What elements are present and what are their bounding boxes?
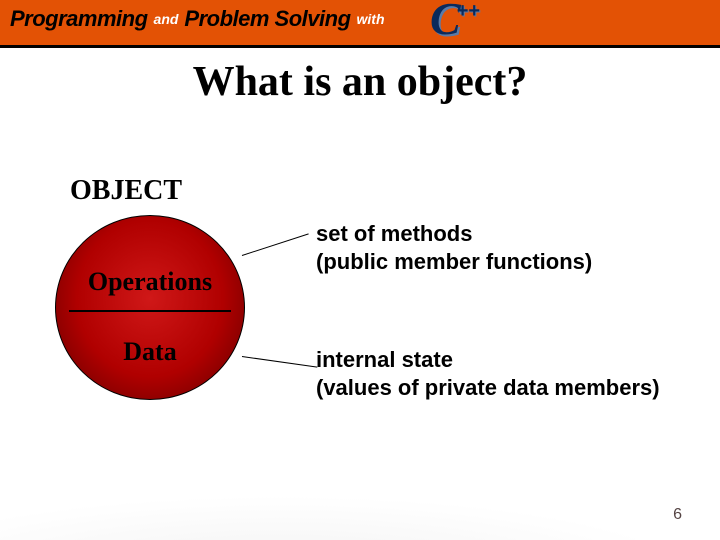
banner-word-with: with (357, 11, 385, 27)
slide: Programming and Problem Solving with C +… (0, 0, 720, 540)
operations-description: set of methods (public member functions) (316, 220, 696, 275)
leader-line-operations (242, 233, 309, 256)
object-bottom-label: Data (55, 337, 245, 367)
object-diagram: Operations Data (55, 215, 245, 400)
banner-underline (0, 45, 720, 48)
operations-desc-line1: set of methods (316, 221, 472, 246)
object-ellipse (55, 215, 245, 400)
cpp-logo-plusplus: ++ (457, 0, 480, 23)
operations-desc-line2: (public member functions) (316, 249, 592, 274)
banner-word-programming: Programming (10, 6, 148, 32)
data-desc-line1: internal state (316, 347, 453, 372)
data-description: internal state (values of private data m… (316, 346, 706, 401)
cpp-logo: C ++ (430, 0, 484, 42)
page-number: 6 (673, 506, 682, 524)
header-banner: Programming and Problem Solving with C +… (0, 0, 720, 45)
banner-word-and: and (154, 11, 179, 27)
slide-title: What is an object? (0, 58, 720, 106)
object-label: OBJECT (70, 175, 182, 207)
object-divider-line (69, 310, 231, 312)
book-title: Programming and Problem Solving with (10, 6, 391, 32)
banner-word-problem-solving: Problem Solving (184, 6, 350, 32)
leader-line-data (242, 356, 317, 368)
object-top-label: Operations (55, 267, 245, 297)
data-desc-line2: (values of private data members) (316, 375, 660, 400)
